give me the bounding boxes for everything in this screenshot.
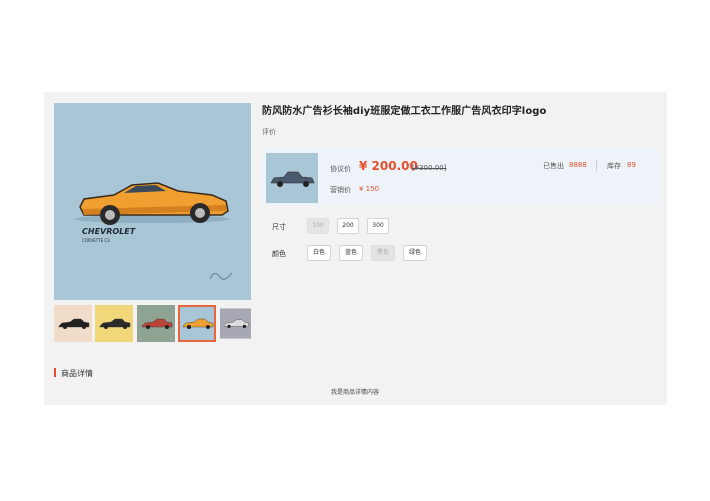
- stock-label: 库存: [607, 162, 621, 170]
- size-option-200[interactable]: 200: [337, 218, 359, 234]
- price-box-thumbnail: [266, 153, 318, 203]
- product-title: 防风防水广告衫长袖diy班服定做工衣工作服广告风衣印字logo: [262, 106, 547, 117]
- thumb-peach[interactable]: [54, 305, 92, 342]
- original-price: [¥300.00]: [412, 164, 447, 172]
- color-option-2[interactable]: 黑色: [371, 245, 395, 261]
- thumb-yellow[interactable]: [95, 305, 133, 342]
- stats-divider: [596, 160, 597, 171]
- rating-label[interactable]: 评价: [262, 127, 276, 137]
- thumb-orange[interactable]: [178, 305, 216, 342]
- color-label: 颜色: [272, 250, 286, 258]
- thumb-sage[interactable]: [137, 305, 175, 342]
- model-text: CORVETTE C3: [82, 238, 110, 243]
- brand-text: CHEVROLET: [82, 227, 136, 236]
- thumbnail-strip: [54, 305, 251, 342]
- detail-accent-bar: [54, 368, 56, 377]
- color-option-3[interactable]: 绿色: [403, 245, 427, 261]
- detail-content: 我是商品详情内容: [331, 389, 380, 396]
- sale-price-label: 营销价: [330, 186, 351, 194]
- thumb-gray[interactable]: [220, 305, 251, 342]
- negotiated-price-label: 协议价: [330, 165, 351, 173]
- main-product-image[interactable]: CHEVROLET CORVETTE C3: [54, 103, 251, 300]
- detail-section-title: 商品详情: [61, 369, 93, 378]
- sale-price: ¥ 150: [359, 185, 380, 193]
- size-option-100[interactable]: 100: [307, 218, 329, 234]
- price-box: 协议价 ¥ 200.00 [¥300.00] 营销价 ¥ 150 已售出 888…: [262, 149, 658, 206]
- stock-count: 89: [627, 161, 636, 169]
- size-option-300[interactable]: 300: [367, 218, 389, 234]
- car-illustration: CHEVROLET CORVETTE C3: [54, 103, 251, 300]
- sold-count: 8888: [569, 161, 587, 169]
- negotiated-price: ¥ 200.00: [359, 159, 418, 173]
- color-option-0[interactable]: 白色: [307, 245, 331, 261]
- size-label: 尺寸: [272, 223, 286, 231]
- color-option-1[interactable]: 蓝色: [339, 245, 363, 261]
- sold-label: 已售出: [543, 162, 564, 170]
